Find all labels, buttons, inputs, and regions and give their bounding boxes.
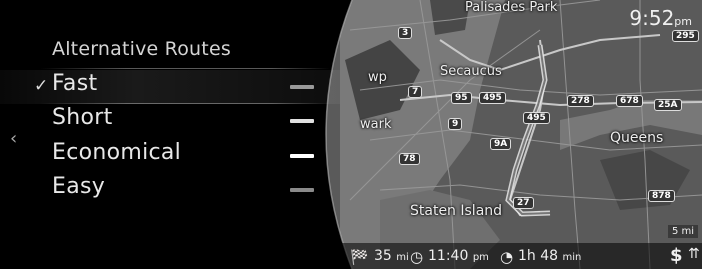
route-color-swatch — [290, 119, 314, 123]
back-chevron-icon[interactable]: ‹ — [10, 128, 17, 149]
route-option-short[interactable]: Short — [0, 104, 340, 138]
route-color-swatch — [290, 154, 314, 158]
route-option-fast[interactable]: ✓ Fast — [0, 70, 340, 104]
route-option-label: Economical — [52, 140, 182, 165]
route-option-label: Short — [52, 105, 113, 130]
route-option-economical[interactable]: Economical — [0, 139, 340, 173]
check-icon: ✓ — [34, 76, 49, 96]
route-color-swatch — [290, 85, 314, 89]
route-option-label: Fast — [52, 71, 98, 96]
route-option-label: Easy — [52, 174, 106, 199]
route-option-easy[interactable]: Easy — [0, 173, 340, 207]
route-color-swatch — [290, 188, 314, 192]
